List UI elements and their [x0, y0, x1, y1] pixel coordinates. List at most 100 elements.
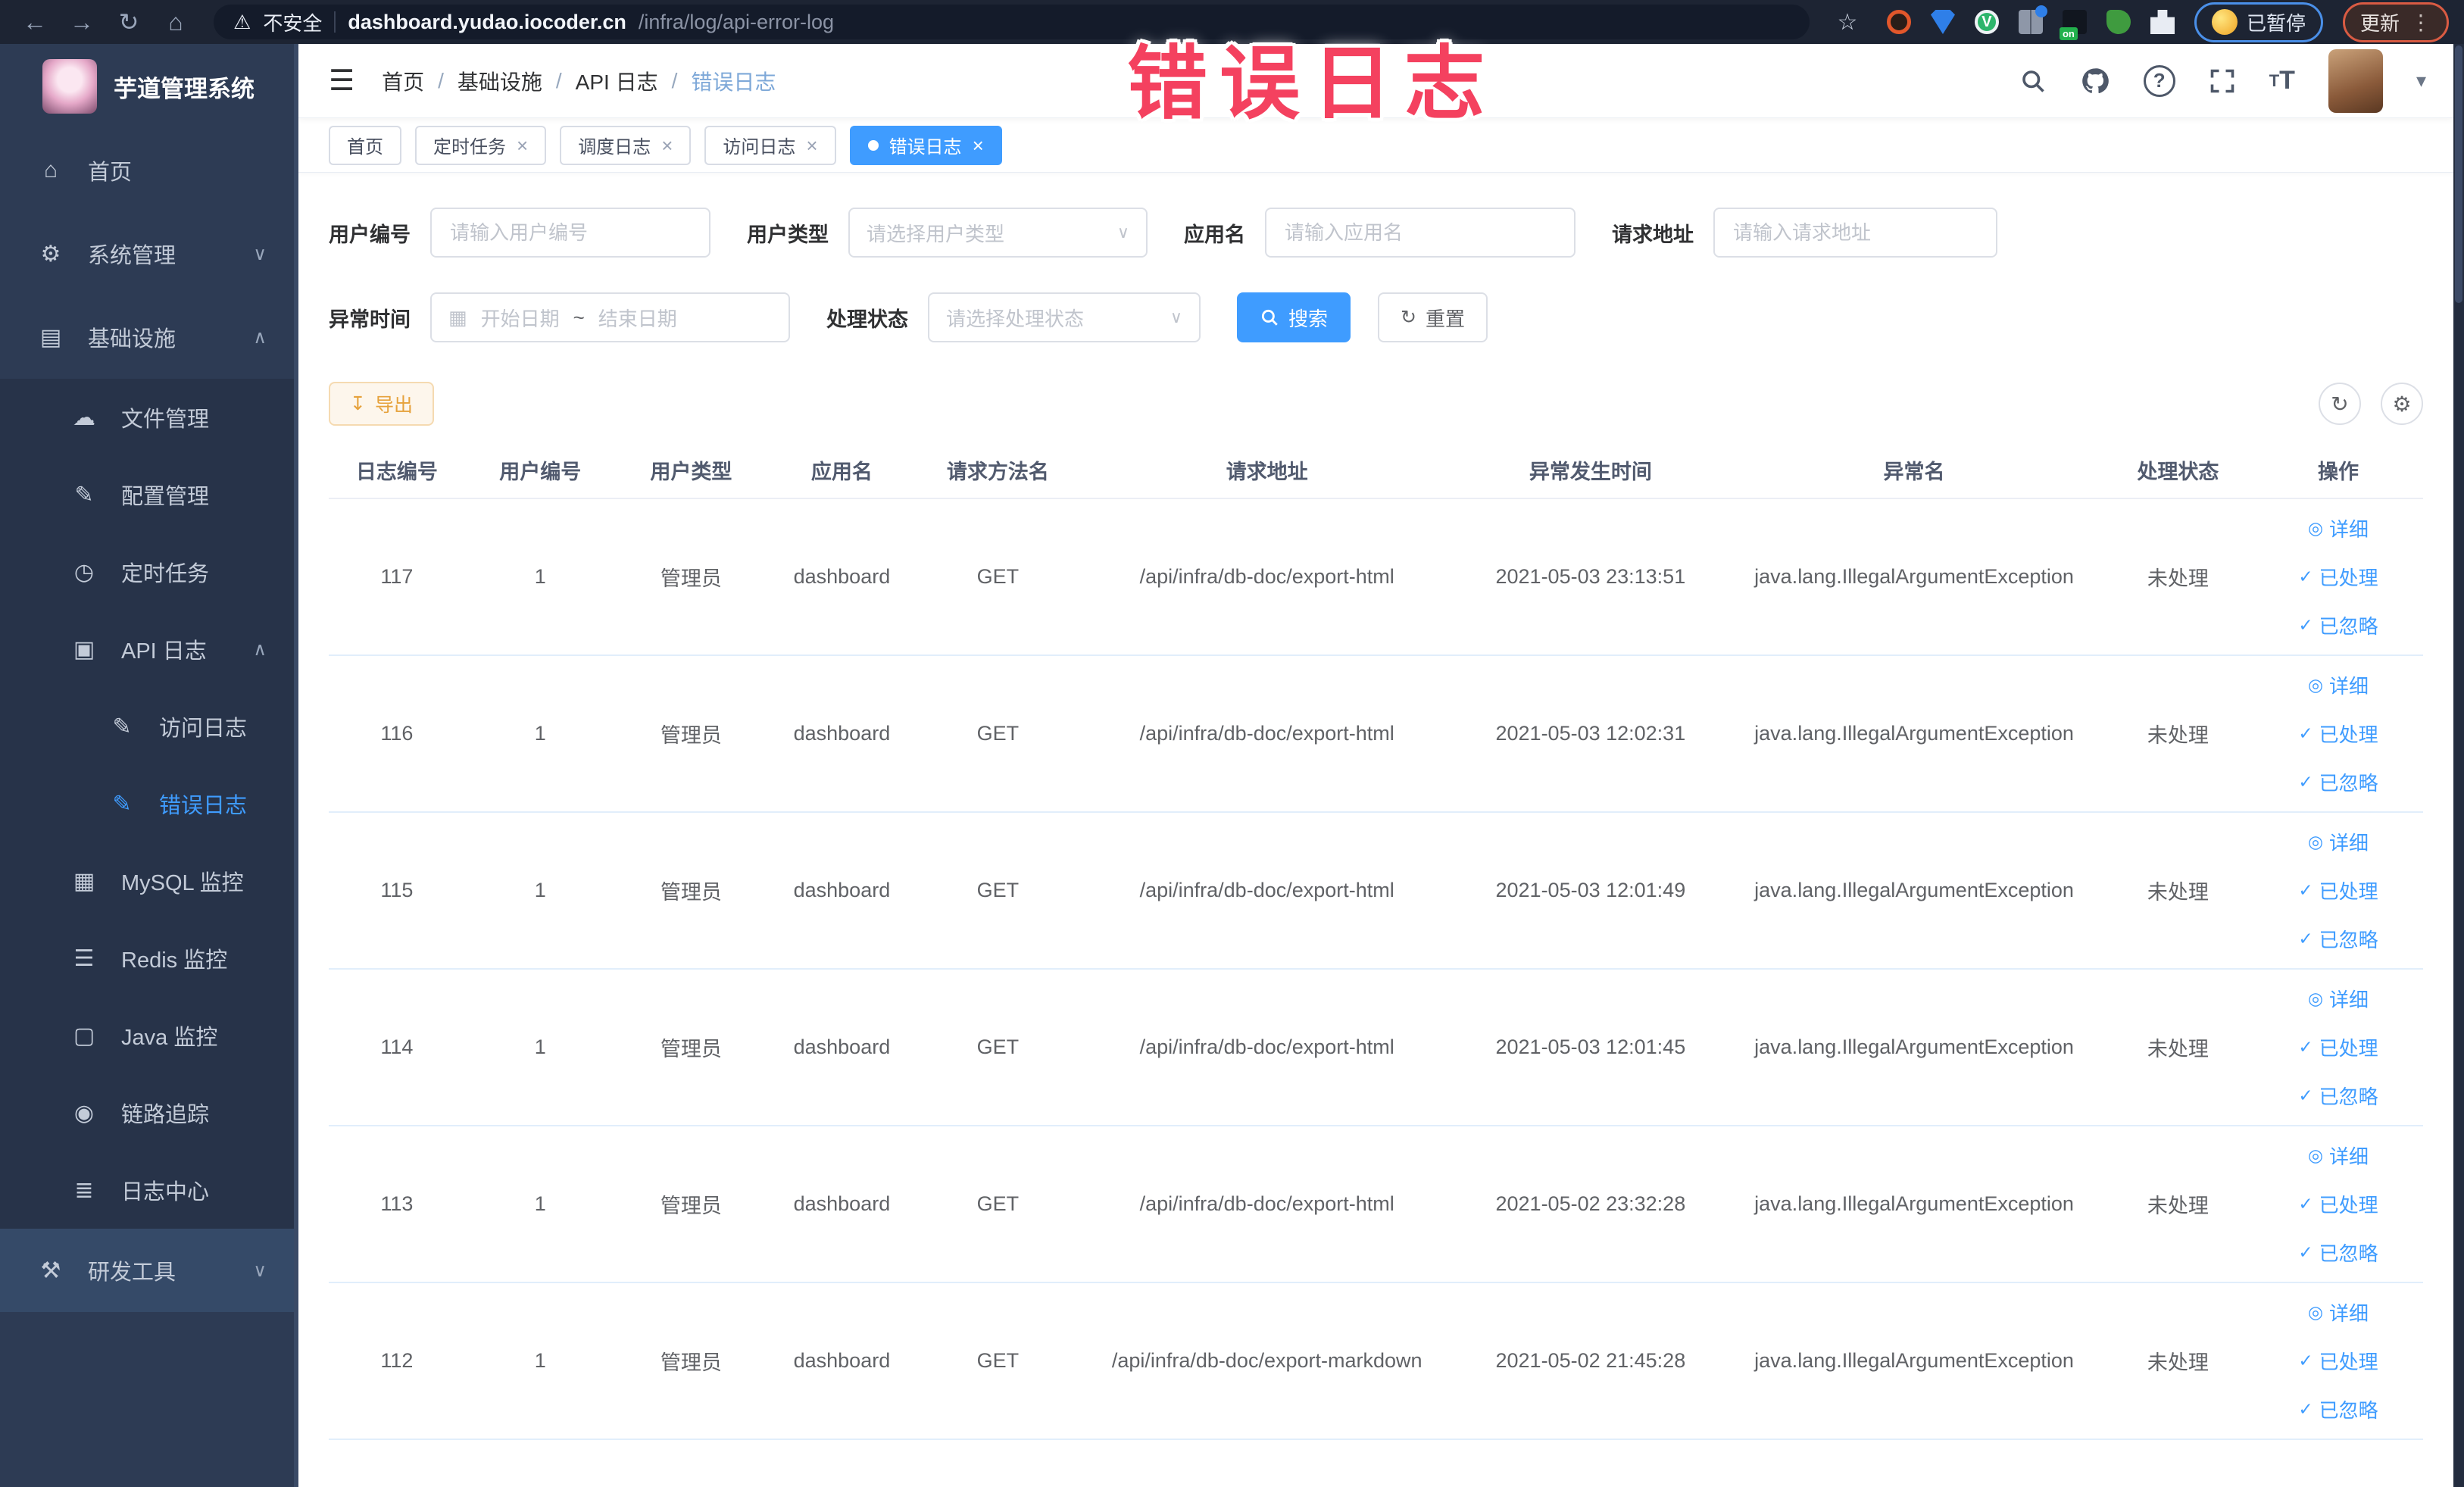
mark-ignored-label: 已忽略	[2319, 615, 2378, 638]
mark-processed-link[interactable]: ✓ 已处理	[2261, 553, 2416, 601]
date-range-picker[interactable]: ▦ 开始日期 ~ 结束日期	[430, 292, 790, 342]
home-icon-browser[interactable]: ⌂	[156, 8, 195, 36]
extension-v-icon[interactable]: V	[1974, 10, 1999, 34]
address-bar[interactable]: ⚠ 不安全 dashboard.yudao.iocoder.cn/infra/l…	[214, 5, 1810, 39]
paused-badge[interactable]: 已暂停	[2194, 2, 2323, 42]
mark-processed-link[interactable]: ✓ 已处理	[2261, 710, 2416, 758]
sidebar-menu-item[interactable]: ✎ 配置管理	[0, 456, 298, 533]
sidebar-item-label: Redis 监控	[121, 948, 228, 973]
sidebar-menu-item[interactable]: ◉ 链路追踪	[0, 1074, 298, 1151]
extensions-puzzle-icon[interactable]	[2150, 10, 2175, 34]
eye-icon: ◎	[2307, 675, 2324, 695]
sidebar-menu-item[interactable]: ✎ 访问日志	[0, 688, 298, 765]
sidebar-menu-item[interactable]: ⚙ 系统管理 ∨	[0, 212, 298, 295]
col-process-status: 处理状态	[2102, 442, 2253, 499]
mark-ignored-link[interactable]: ✓ 已忽略	[2261, 758, 2416, 807]
mark-processed-link[interactable]: ✓ 已处理	[2261, 867, 2416, 915]
breadcrumb-api-log[interactable]: API 日志	[576, 66, 658, 96]
extension-grid-icon[interactable]	[2018, 5, 2047, 34]
extension-orange-icon[interactable]	[1886, 10, 1911, 34]
sidebar-menu-item[interactable]: ◷ 定时任务	[0, 533, 298, 611]
menu-fold-icon[interactable]: ☰	[329, 64, 354, 98]
sidebar-menu-item[interactable]: ▦ MySQL 监控	[0, 842, 298, 920]
mark-processed-link[interactable]: ✓ 已处理	[2261, 1337, 2416, 1385]
forward-icon[interactable]: →	[62, 8, 101, 36]
tab-label: 首页	[347, 137, 383, 158]
tab-close-icon[interactable]: ×	[806, 136, 817, 155]
cell-log-id: 114	[329, 969, 465, 1126]
column-settings-button[interactable]: ⚙	[2381, 383, 2423, 425]
sidebar-menu-item[interactable]: ▤ 基础设施 ∧	[0, 295, 298, 379]
detail-link[interactable]: ◎ 详细	[2261, 818, 2416, 867]
sidebar-scrollbar[interactable]	[294, 44, 298, 1487]
bookmark-star-icon[interactable]: ☆	[1828, 9, 1867, 36]
process-status-select[interactable]: 请选择处理状态 ∨	[928, 292, 1201, 342]
mark-ignored-link[interactable]: ✓ 已忽略	[2261, 915, 2416, 964]
extension-on-badge-icon[interactable]: on	[2059, 10, 2087, 40]
reload-icon[interactable]: ↻	[109, 8, 148, 36]
detail-link[interactable]: ◎ 详细	[2261, 1132, 2416, 1180]
refresh-table-button[interactable]: ↻	[2319, 383, 2361, 425]
sidebar-menu-item[interactable]: ⌂ 首页	[0, 129, 298, 212]
eye-icon: ◎	[2307, 518, 2324, 538]
back-icon[interactable]: ←	[15, 8, 55, 36]
fullscreen-icon[interactable]	[2209, 67, 2236, 95]
mark-processed-link[interactable]: ✓ 已处理	[2261, 1023, 2416, 1072]
sidebar-menu-item[interactable]: ▣ API 日志 ∧	[0, 611, 298, 688]
user-id-input[interactable]	[430, 208, 710, 258]
security-label[interactable]: 不安全	[263, 8, 322, 36]
mark-processed-link[interactable]: ✓ 已处理	[2261, 1180, 2416, 1229]
sidebar-menu-item[interactable]: ☁ 文件管理	[0, 379, 298, 456]
page-tab[interactable]: 错误日志 ×	[849, 125, 1002, 165]
mark-ignored-link[interactable]: ✓ 已忽略	[2261, 1229, 2416, 1277]
tab-close-icon[interactable]: ×	[973, 136, 984, 155]
page-tab[interactable]: 首页	[329, 125, 401, 165]
cell-process-status: 未处理	[2102, 969, 2253, 1126]
extension-leaf-icon[interactable]	[2106, 10, 2131, 34]
page-tab[interactable]: 访问日志 ×	[704, 125, 836, 165]
update-button[interactable]: 更新 ⋮	[2342, 2, 2449, 42]
kebab-menu-icon[interactable]: ⋮	[2410, 10, 2431, 35]
search-icon[interactable]	[2019, 67, 2047, 95]
mark-ignored-link[interactable]: ✓ 已忽略	[2261, 601, 2416, 650]
url-host[interactable]: dashboard.yudao.iocoder.cn	[348, 11, 626, 34]
font-size-icon[interactable]: TT	[2269, 66, 2295, 95]
sidebar-logo-row[interactable]: 芋道管理系统	[0, 44, 298, 129]
detail-link[interactable]: ◎ 详细	[2261, 505, 2416, 553]
check-icon: ✓	[2298, 772, 2313, 792]
page-tab[interactable]: 定时任务 ×	[415, 125, 547, 165]
cell-exception-time: 2021-05-02 21:45:28	[1455, 1282, 1726, 1440]
sidebar-menu-item[interactable]: ≣ 日志中心	[0, 1151, 298, 1229]
user-type-select[interactable]: 请选择用户类型 ∨	[848, 208, 1148, 258]
reset-button[interactable]: ↻ 重置	[1378, 292, 1488, 342]
scrollbar-thumb[interactable]	[2455, 45, 2462, 303]
request-url-input[interactable]	[1713, 208, 1997, 258]
export-button[interactable]: ↧ 导出	[329, 382, 434, 426]
app-name-input[interactable]	[1265, 208, 1576, 258]
user-avatar[interactable]	[2328, 48, 2383, 113]
tab-close-icon[interactable]: ×	[661, 136, 673, 155]
page-tab[interactable]: 调度日志 ×	[560, 125, 692, 165]
page-scrollbar[interactable]	[2453, 44, 2464, 1487]
tab-close-icon[interactable]: ×	[517, 136, 528, 155]
extension-shield-icon[interactable]	[1930, 10, 1955, 34]
sidebar-menu-item[interactable]: ▢ Java 监控	[0, 997, 298, 1074]
avatar-caret-down-icon[interactable]: ▾	[2416, 69, 2426, 92]
mark-ignored-link[interactable]: ✓ 已忽略	[2261, 1072, 2416, 1120]
sidebar-menu-item[interactable]: ⚒ 研发工具 ∨	[0, 1229, 298, 1312]
detail-link[interactable]: ◎ 详细	[2261, 661, 2416, 710]
sidebar-menu-item[interactable]: ☰ Redis 监控	[0, 920, 298, 997]
mark-ignored-link[interactable]: ✓ 已忽略	[2261, 1385, 2416, 1434]
url-path[interactable]: /infra/log/api-error-log	[639, 11, 834, 34]
breadcrumb-home[interactable]: 首页	[382, 66, 424, 96]
detail-link[interactable]: ◎ 详细	[2261, 975, 2416, 1023]
search-button[interactable]: 搜索	[1237, 292, 1351, 342]
mark-processed-label: 已处理	[2319, 723, 2378, 746]
detail-link[interactable]: ◎ 详细	[2261, 1289, 2416, 1337]
github-icon[interactable]	[2080, 66, 2110, 96]
breadcrumb-infra[interactable]: 基础设施	[458, 66, 542, 96]
help-icon[interactable]: ?	[2143, 64, 2175, 97]
sidebar-menu-item[interactable]: ✎ 错误日志	[0, 765, 298, 842]
date-range-separator: ~	[573, 305, 585, 329]
breadcrumb-separator: /	[438, 68, 444, 92]
